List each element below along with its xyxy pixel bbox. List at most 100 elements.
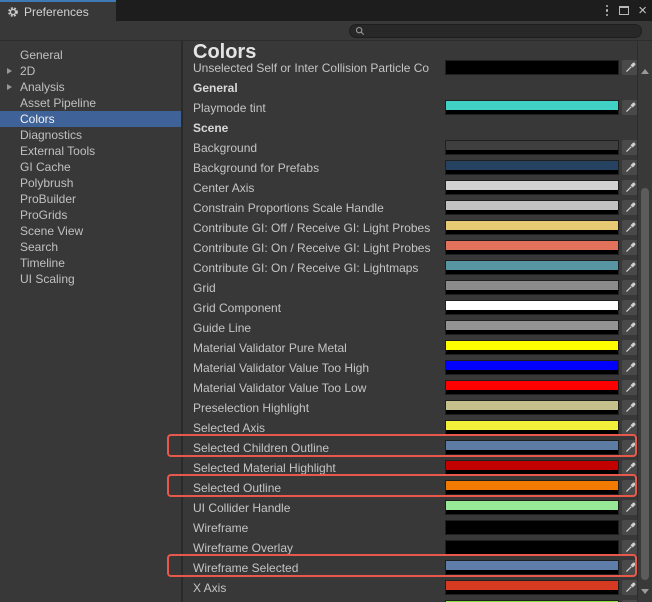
search-input[interactable]: [365, 25, 641, 37]
sidebar-item-analysis[interactable]: Analysis: [0, 79, 181, 95]
color-swatch[interactable]: [445, 160, 619, 175]
preferences-window: Preferences × General 2D Analysis Asset …: [0, 0, 652, 602]
eyedropper-button[interactable]: [622, 500, 637, 515]
sidebar-item-diagnostics[interactable]: Diagnostics: [0, 127, 181, 143]
eyedropper-button[interactable]: [622, 100, 637, 115]
eyedropper-button[interactable]: [622, 200, 637, 215]
color-swatch[interactable]: [445, 580, 619, 595]
scrollbar-thumb[interactable]: [641, 188, 649, 580]
sidebar-item-timeline[interactable]: Timeline: [0, 255, 181, 271]
sidebar-item-ui-scaling[interactable]: UI Scaling: [0, 271, 181, 287]
color-row: Background for Prefabs: [185, 158, 637, 178]
color-swatch[interactable]: [445, 240, 619, 255]
eyedropper-button[interactable]: [622, 140, 637, 155]
eyedropper-button[interactable]: [622, 260, 637, 275]
tab-title: Preferences: [24, 4, 89, 19]
color-swatch[interactable]: [445, 100, 619, 115]
tab-preferences[interactable]: Preferences: [0, 0, 116, 21]
sidebar-item-label: External Tools: [20, 144, 96, 158]
eyedropper-icon: [625, 522, 636, 533]
sidebar-item-external-tools[interactable]: External Tools: [0, 143, 181, 159]
eyedropper-button[interactable]: [622, 360, 637, 375]
sidebar-item-gi-cache[interactable]: GI Cache: [0, 159, 181, 175]
eyedropper-button[interactable]: [622, 240, 637, 255]
eyedropper-button[interactable]: [622, 460, 637, 475]
color-swatch[interactable]: [445, 140, 619, 155]
expand-arrow-icon[interactable]: [7, 84, 12, 90]
search-box[interactable]: [349, 24, 642, 38]
color-swatch[interactable]: [445, 320, 619, 335]
sidebar-item-general[interactable]: General: [0, 47, 181, 63]
eyedropper-button[interactable]: [622, 320, 637, 335]
eyedropper-button[interactable]: [622, 220, 637, 235]
eyedropper-button[interactable]: [622, 420, 637, 435]
eyedropper-button[interactable]: [622, 340, 637, 355]
eyedropper-icon: [625, 202, 636, 213]
kebab-menu-icon[interactable]: [604, 3, 611, 19]
color-swatch[interactable]: [445, 480, 619, 495]
sidebar-item-search[interactable]: Search: [0, 239, 181, 255]
close-icon[interactable]: ×: [638, 3, 647, 18]
color-swatch[interactable]: [445, 460, 619, 475]
color-swatch[interactable]: [445, 540, 619, 555]
maximize-icon[interactable]: [619, 6, 630, 15]
eyedropper-button[interactable]: [622, 540, 637, 555]
sidebar-item-label: Diagnostics: [20, 128, 83, 142]
eyedropper-icon: [625, 302, 636, 313]
eyedropper-button[interactable]: [622, 560, 637, 575]
color-swatch[interactable]: [445, 440, 619, 455]
eyedropper-button[interactable]: [622, 400, 637, 415]
color-swatch[interactable]: [445, 340, 619, 355]
sidebar-item-colors[interactable]: Colors: [0, 111, 181, 127]
eyedropper-button[interactable]: [622, 180, 637, 195]
color-row: Grid Component: [185, 298, 637, 318]
eyedropper-icon: [625, 442, 636, 453]
color-row-label: Material Validator Pure Metal: [193, 341, 347, 355]
sidebar-item-polybrush[interactable]: Polybrush: [0, 175, 181, 191]
vertical-scrollbar[interactable]: [637, 41, 652, 602]
color-row: Material Validator Value Too High: [185, 358, 637, 378]
eyedropper-button[interactable]: [622, 300, 637, 315]
color-swatch[interactable]: [445, 380, 619, 395]
page-title: Colors: [193, 41, 257, 63]
color-swatch[interactable]: [445, 560, 619, 575]
color-swatch[interactable]: [445, 520, 619, 535]
eyedropper-button[interactable]: [622, 280, 637, 295]
scroll-up-icon[interactable]: [641, 69, 649, 74]
color-swatch[interactable]: [445, 400, 619, 415]
color-swatch[interactable]: [445, 60, 619, 75]
sidebar-item-label: Search: [20, 240, 59, 254]
eyedropper-button[interactable]: [622, 380, 637, 395]
sidebar-item-label: Scene View: [20, 224, 84, 238]
sidebar-item-probuilder[interactable]: ProBuilder: [0, 191, 181, 207]
expand-arrow-icon[interactable]: [7, 68, 12, 74]
sidebar-item-label: ProBuilder: [20, 192, 77, 206]
color-swatch[interactable]: [445, 220, 619, 235]
eyedropper-button[interactable]: [622, 60, 637, 75]
color-swatch[interactable]: [445, 500, 619, 515]
sidebar-item-2d[interactable]: 2D: [0, 63, 181, 79]
eyedropper-button[interactable]: [622, 580, 637, 595]
eyedropper-button[interactable]: [622, 480, 637, 495]
eyedropper-button[interactable]: [622, 440, 637, 455]
color-swatch[interactable]: [445, 420, 619, 435]
sidebar-item-asset-pipeline[interactable]: Asset Pipeline: [0, 95, 181, 111]
color-swatch[interactable]: [445, 180, 619, 195]
eyedropper-icon: [625, 502, 636, 513]
color-swatch[interactable]: [445, 300, 619, 315]
color-swatch[interactable]: [445, 360, 619, 375]
scroll-down-icon[interactable]: [641, 589, 649, 594]
color-row: Selected Axis: [185, 418, 637, 438]
eyedropper-button[interactable]: [622, 520, 637, 535]
eyedropper-button[interactable]: [622, 160, 637, 175]
eyedropper-icon: [625, 422, 636, 433]
sidebar-item-progrids[interactable]: ProGrids: [0, 207, 181, 223]
sidebar-item-scene-view[interactable]: Scene View: [0, 223, 181, 239]
color-row: Selected Outline: [185, 478, 637, 498]
color-swatch[interactable]: [445, 280, 619, 295]
color-row-label: Center Axis: [193, 181, 255, 195]
eyedropper-icon: [625, 162, 636, 173]
color-swatch[interactable]: [445, 260, 619, 275]
color-row-label: Wireframe Overlay: [193, 541, 294, 555]
color-swatch[interactable]: [445, 200, 619, 215]
